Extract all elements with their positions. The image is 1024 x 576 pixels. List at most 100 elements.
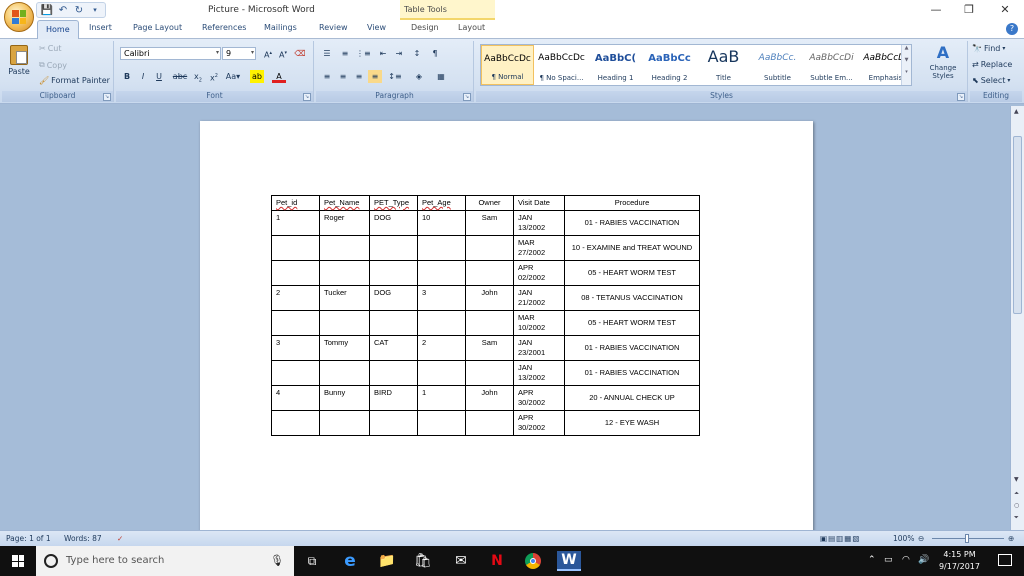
style-heading-2[interactable]: AaBbCc Heading 2 [643, 45, 696, 85]
cell-visit-date[interactable]: APR 30/2002 [514, 411, 565, 436]
cell-pet-id[interactable]: 1 [272, 211, 320, 236]
cell-pet-age[interactable]: 2 [418, 336, 466, 361]
shrink-font-icon[interactable]: A▾ [276, 47, 290, 60]
previous-page-icon[interactable]: ⏶ [1014, 490, 1019, 498]
change-case-icon[interactable]: Aa▾ [224, 70, 242, 83]
cell-pet-name[interactable] [320, 411, 370, 436]
cell-pet-name[interactable] [320, 261, 370, 286]
minimize-button[interactable]: — [921, 2, 951, 18]
next-page-icon[interactable]: ⏷ [1014, 514, 1019, 522]
cell-procedure[interactable]: 05 - HEART WORM TEST [565, 261, 700, 286]
close-button[interactable]: ✕ [990, 2, 1020, 18]
scroll-up-icon[interactable]: ▲ [1014, 108, 1019, 115]
cell-visit-date[interactable]: APR 30/2002 [514, 386, 565, 411]
cell-pet-type[interactable]: BIRD [370, 386, 418, 411]
tab-design[interactable]: Design [411, 23, 439, 32]
cell-owner[interactable]: John [466, 286, 514, 311]
show-formatting-icon[interactable]: ¶ [428, 47, 442, 60]
header-owner[interactable]: Owner [466, 196, 514, 211]
change-styles-button[interactable]: A Change Styles [924, 43, 962, 80]
style-subtle-emphasis[interactable]: AaBbCcDi Subtle Em... [805, 45, 858, 85]
numbering-icon[interactable]: ≡ [338, 47, 352, 60]
style-title[interactable]: AaB Title [697, 45, 750, 85]
cell-pet-age[interactable] [418, 361, 466, 386]
italic-icon[interactable]: I [136, 70, 150, 83]
show-hidden-icons[interactable]: ⌃ [868, 555, 876, 565]
cell-visit-date[interactable]: JAN 13/2002 [514, 361, 565, 386]
mail-icon[interactable]: ✉ [449, 551, 473, 571]
cell-owner[interactable]: Sam [466, 336, 514, 361]
cell-procedure[interactable]: 01 - RABIES VACCINATION [565, 336, 700, 361]
microphone-icon[interactable]: 🎙 [270, 554, 284, 567]
align-left-icon[interactable]: ≡ [320, 70, 334, 83]
tab-review[interactable]: Review [319, 23, 348, 32]
font-name-box[interactable]: Calibri▾ [120, 47, 221, 60]
page-count[interactable]: Page: 1 of 1 [6, 534, 51, 543]
font-color-icon[interactable]: A [272, 70, 286, 83]
document-page[interactable]: Pet_id Pet_Name PET_Type Pet_Age Owner V… [200, 121, 813, 530]
cell-procedure[interactable]: 05 - HEART WORM TEST [565, 311, 700, 336]
styles-dialog-launcher[interactable]: ↘ [957, 93, 965, 101]
borders-icon[interactable]: ▦ [434, 70, 448, 83]
justify-icon[interactable]: ≡ [368, 70, 382, 83]
cell-pet-id[interactable] [272, 361, 320, 386]
find-button[interactable]: 🔭Find▾ [972, 44, 1005, 53]
cell-procedure[interactable]: 08 - TETANUS VACCINATION [565, 286, 700, 311]
cell-pet-type[interactable] [370, 411, 418, 436]
pet-visits-table[interactable]: Pet_id Pet_Name PET_Type Pet_Age Owner V… [271, 195, 700, 436]
clear-formatting-icon[interactable]: ⌫ [293, 47, 307, 60]
cell-pet-id[interactable]: 4 [272, 386, 320, 411]
cell-pet-id[interactable] [272, 311, 320, 336]
multilevel-list-icon[interactable]: ⋮≡ [356, 47, 370, 60]
cell-pet-name[interactable]: Bunny [320, 386, 370, 411]
tab-mailings[interactable]: Mailings [264, 23, 297, 32]
cell-visit-date[interactable]: JAN 23/2001 [514, 336, 565, 361]
volume-icon[interactable]: 🔊 [918, 555, 929, 565]
header-procedure[interactable]: Procedure [565, 196, 700, 211]
cell-owner[interactable] [466, 261, 514, 286]
sort-icon[interactable]: ↕ [410, 47, 424, 60]
cell-procedure[interactable]: 01 - RABIES VACCINATION [565, 211, 700, 236]
superscript-icon[interactable]: x2 [207, 70, 221, 83]
header-pet-type[interactable]: PET_Type [370, 196, 418, 211]
browse-object-icon[interactable]: ○ [1014, 502, 1019, 509]
cell-owner[interactable] [466, 411, 514, 436]
cell-procedure[interactable]: 12 - EYE WASH [565, 411, 700, 436]
bold-icon[interactable]: B [120, 70, 134, 83]
cell-pet-age[interactable]: 3 [418, 286, 466, 311]
customize-qat-icon[interactable]: ▾ [88, 4, 102, 17]
cell-pet-age[interactable] [418, 261, 466, 286]
cell-owner[interactable]: Sam [466, 211, 514, 236]
action-center-icon[interactable] [998, 554, 1012, 566]
cell-pet-name[interactable]: Tucker [320, 286, 370, 311]
zoom-level[interactable]: 100% [893, 534, 914, 543]
header-pet-age[interactable]: Pet_Age [418, 196, 466, 211]
cell-visit-date[interactable]: MAR 27/2002 [514, 236, 565, 261]
redo-icon[interactable]: ↻ [72, 4, 86, 17]
clock[interactable]: 4:15 PM 9/17/2017 [939, 549, 980, 573]
increase-indent-icon[interactable]: ⇥ [392, 47, 406, 60]
cell-pet-type[interactable] [370, 311, 418, 336]
font-size-box[interactable]: 9▾ [222, 47, 256, 60]
vertical-scrollbar[interactable]: ▲ ▼ ⏶ ○ ⏷ [1010, 106, 1024, 530]
cell-procedure[interactable]: 10 - EXAMINE and TREAT WOUND [565, 236, 700, 261]
cell-owner[interactable] [466, 361, 514, 386]
cell-pet-type[interactable]: DOG [370, 211, 418, 236]
cell-procedure[interactable]: 01 - RABIES VACCINATION [565, 361, 700, 386]
cell-pet-type[interactable] [370, 361, 418, 386]
cell-pet-age[interactable]: 10 [418, 211, 466, 236]
cell-owner[interactable] [466, 311, 514, 336]
office-button[interactable] [4, 2, 34, 32]
cell-pet-name[interactable]: Roger [320, 211, 370, 236]
cell-visit-date[interactable]: JAN 21/2002 [514, 286, 565, 311]
start-button[interactable] [0, 546, 36, 576]
tab-layout[interactable]: Layout [458, 23, 485, 32]
save-icon[interactable]: 💾 [40, 4, 54, 17]
scroll-down-icon[interactable]: ▼ [1014, 476, 1019, 483]
paragraph-dialog-launcher[interactable]: ↘ [463, 93, 471, 101]
copy-button[interactable]: ⧉Copy [39, 60, 67, 70]
format-painter-button[interactable]: 🖌Format Painter [39, 76, 110, 85]
taskbar-search[interactable]: Type here to search 🎙 [36, 546, 294, 576]
word-count[interactable]: Words: 87 [64, 534, 102, 543]
cell-owner[interactable] [466, 236, 514, 261]
